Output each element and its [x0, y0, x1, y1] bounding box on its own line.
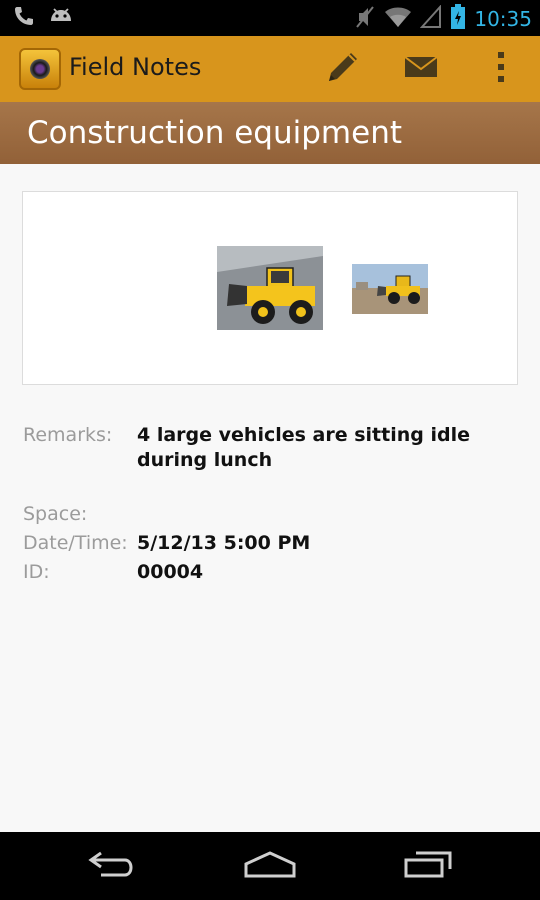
overflow-menu-icon [496, 50, 506, 88]
edit-button[interactable] [322, 48, 364, 90]
edit-pencil-icon [323, 47, 363, 91]
navigation-bar [0, 832, 540, 900]
remarks-label: Remarks: [23, 424, 113, 446]
overflow-menu-button[interactable] [480, 48, 522, 90]
wheel-loader-photo[interactable] [217, 246, 323, 330]
status-time: 10:35 [474, 7, 532, 31]
note-title-bar: Construction equipment [0, 102, 540, 164]
back-button[interactable] [82, 848, 142, 884]
id-label: ID: [23, 561, 50, 583]
phone-icon [12, 4, 36, 32]
app-title: Field Notes [69, 53, 202, 81]
recent-apps-button[interactable] [398, 848, 458, 884]
recent-apps-icon [402, 849, 454, 883]
back-icon [87, 849, 137, 883]
wifi-icon [384, 5, 412, 33]
signal-icon [420, 4, 442, 33]
battery-charging-icon [450, 4, 466, 34]
note-title: Construction equipment [27, 115, 402, 151]
app-camera-icon[interactable] [19, 48, 61, 90]
datetime-value: 5/12/13 5:00 PM [137, 532, 311, 554]
photo-gallery [22, 191, 518, 385]
home-button[interactable] [240, 848, 300, 884]
remarks-value: 4 large vehicles are sitting idle during… [137, 424, 470, 471]
status-bar: 10:35 [0, 0, 540, 36]
space-label: Space: [23, 503, 88, 525]
action-bar: Field Notes [0, 36, 540, 102]
home-icon [242, 849, 298, 883]
email-button[interactable] [400, 48, 442, 90]
android-icon [48, 4, 74, 32]
datetime-label: Date/Time: [23, 532, 128, 554]
wheel-loader-road-photo[interactable] [352, 264, 428, 314]
mute-icon [354, 4, 376, 34]
email-icon [403, 53, 439, 85]
id-value: 00004 [137, 561, 204, 583]
